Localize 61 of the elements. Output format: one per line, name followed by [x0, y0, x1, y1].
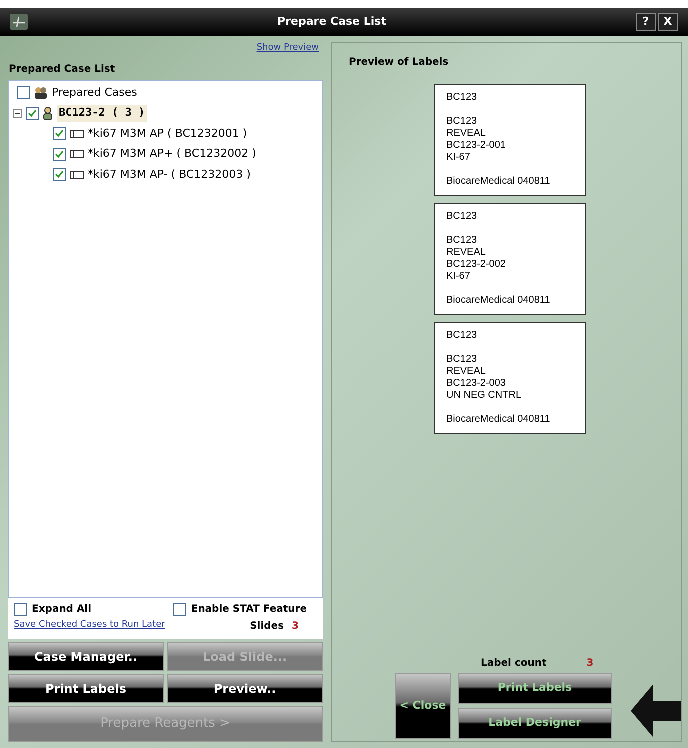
- action-button[interactable]: Print Labels: [8, 674, 164, 703]
- label-count: 3: [586, 657, 594, 671]
- option-label: Enable STAT Feature: [191, 603, 307, 617]
- label-line: BC123-2-003: [446, 378, 507, 390]
- tree-item[interactable]: *ki67 M3M AP- ( BC1232003 ): [88, 166, 251, 183]
- checkmark-icon: [55, 150, 64, 159]
- close-button[interactable]: X: [658, 13, 678, 31]
- tree-item[interactable]: *ki67 M3M AP+ ( BC1232002 ): [88, 146, 256, 162]
- checkbox[interactable]: [26, 106, 39, 120]
- panel-heading: Prepared Case List: [9, 62, 116, 76]
- slide-icon: [70, 130, 84, 138]
- tree-item[interactable]: Prepared Cases: [52, 84, 138, 101]
- checkbox[interactable]: [173, 603, 186, 616]
- label-line: BC123-2-002: [446, 259, 507, 271]
- action-button[interactable]: Preview..: [167, 674, 323, 703]
- label-designer-button[interactable]: Label Designer: [458, 708, 612, 739]
- checkmark-icon: [28, 108, 37, 118]
- label-line: BC123: [446, 354, 478, 366]
- action-button[interactable]: Case Manager..: [8, 642, 164, 671]
- people-icon: [34, 86, 48, 99]
- label-count-label: Label count: [481, 657, 547, 671]
- label-line: UN NEG CNTRL: [446, 390, 523, 402]
- left-arrow-icon: [631, 685, 681, 737]
- app-icon: [10, 14, 28, 30]
- tree-item[interactable]: BC123-2 ( 3 ): [57, 105, 148, 122]
- print-labels-button[interactable]: Print Labels: [458, 673, 612, 704]
- label-header: BC123: [446, 330, 478, 342]
- checkbox[interactable]: [53, 148, 66, 161]
- window-title: Prepare Case List: [276, 14, 388, 30]
- label-line: BC123: [446, 116, 478, 128]
- option-label: Expand All: [32, 603, 92, 617]
- label-line: KI-67: [446, 271, 472, 283]
- close-button[interactable]: < Close: [395, 673, 451, 739]
- slide-icon: [70, 170, 84, 179]
- checkbox[interactable]: [53, 168, 66, 182]
- checkbox[interactable]: [14, 603, 27, 616]
- label-header: BC123: [446, 211, 478, 223]
- slides-label: Slides: [250, 620, 284, 634]
- label-line: BC123: [446, 235, 478, 247]
- label-footer: BiocareMedical 040811: [446, 295, 572, 307]
- label-line: REVEAL: [446, 247, 487, 259]
- collapse-icon[interactable]: [13, 108, 22, 118]
- panel-heading: Preview of Labels: [349, 56, 450, 70]
- checkbox[interactable]: [53, 127, 66, 140]
- label-line: REVEAL: [446, 128, 487, 140]
- label-footer: BiocareMedical 040811: [446, 176, 572, 188]
- help-button[interactable]: ?: [636, 13, 656, 31]
- checkmark-icon: [55, 129, 64, 138]
- label-header: BC123: [446, 92, 478, 104]
- label-line: KI-67: [446, 152, 472, 164]
- label-line: REVEAL: [446, 366, 487, 378]
- label-line: BC123-2-001: [446, 140, 507, 152]
- show-preview-link[interactable]: Show Preview: [256, 42, 319, 56]
- person-icon: [43, 106, 53, 120]
- slides-count: 3: [292, 620, 299, 634]
- save-cases-link[interactable]: Save Checked Cases to Run Later: [14, 619, 166, 634]
- slide-icon: [70, 150, 84, 158]
- label-footer: BiocareMedical 040811: [446, 414, 572, 426]
- tree-item[interactable]: *ki67 M3M AP ( BC1232001 ): [88, 126, 248, 142]
- checkmark-icon: [55, 170, 64, 180]
- checkbox[interactable]: [17, 86, 30, 100]
